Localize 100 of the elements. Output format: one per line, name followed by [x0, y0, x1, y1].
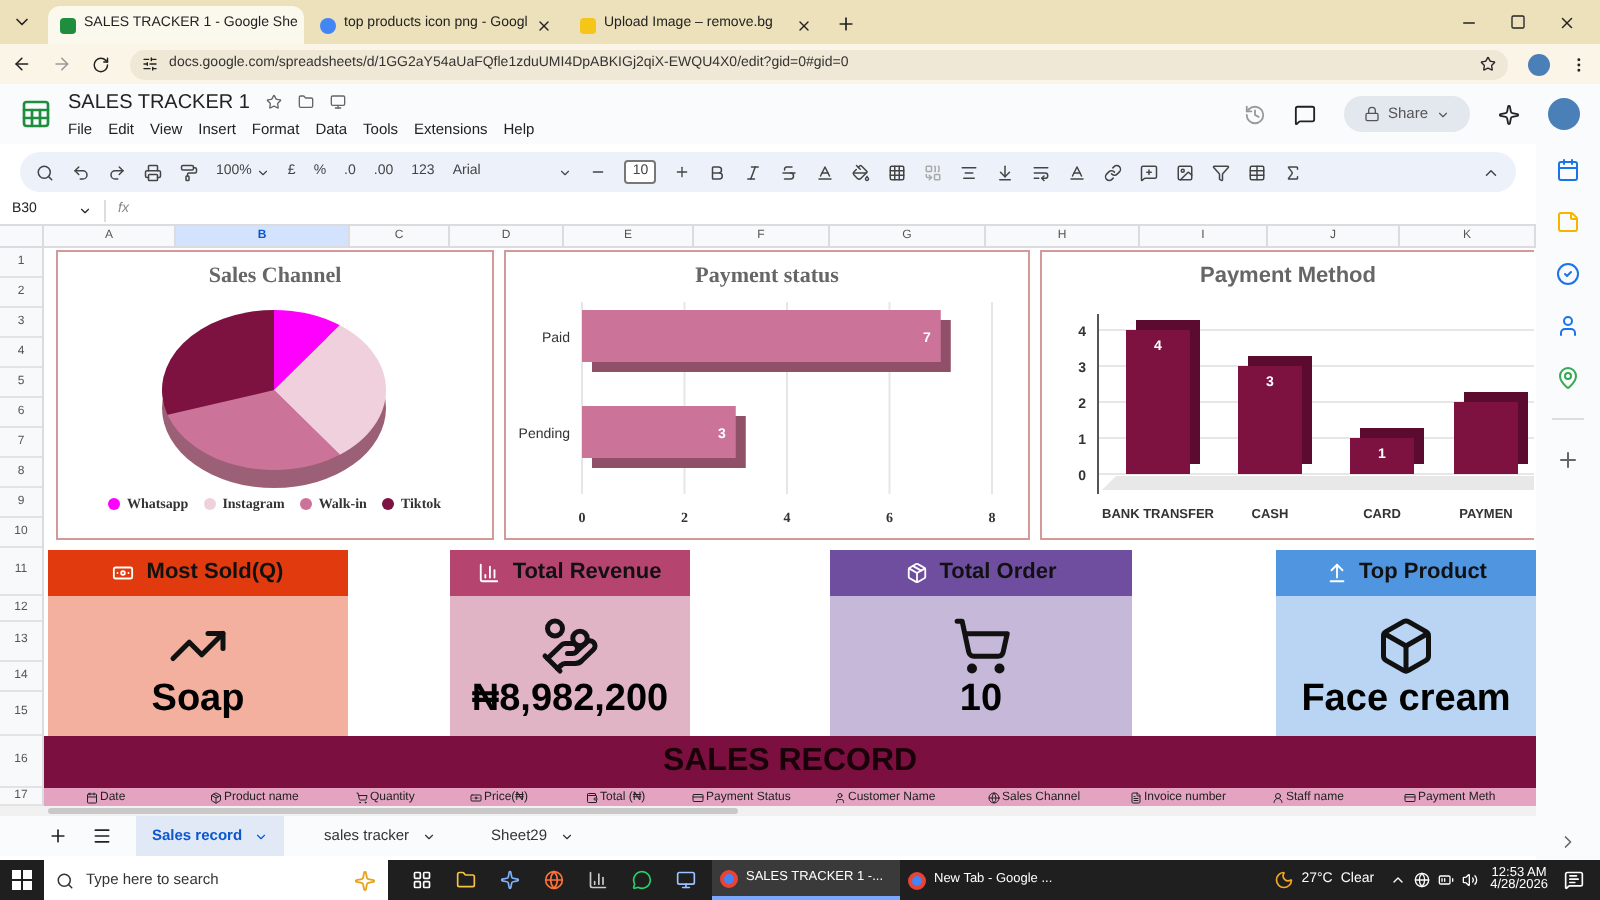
document-title[interactable]: SALES TRACKER 1 [68, 87, 250, 118]
person-icon [1272, 791, 1284, 803]
sparkle-icon[interactable] [1498, 103, 1520, 125]
scrollbar-thumb[interactable] [48, 808, 738, 814]
history-icon[interactable] [1243, 103, 1266, 125]
chart-app-icon[interactable] [588, 870, 608, 890]
filter-icon[interactable] [1212, 163, 1231, 181]
profile-avatar[interactable] [1548, 98, 1580, 130]
cart-icon [356, 791, 368, 803]
square-icon [580, 17, 596, 33]
card-title: Most Sold(Q) [146, 558, 284, 589]
bar-chart-icon [478, 562, 501, 584]
tasks-icon[interactable] [1556, 262, 1580, 286]
caret-icon [1436, 107, 1450, 121]
star-icon[interactable] [265, 94, 282, 111]
search-icon[interactable] [56, 871, 74, 889]
map-pin-icon[interactable] [1556, 366, 1580, 390]
caret-icon [559, 829, 573, 843]
reload-button[interactable] [91, 55, 110, 73]
chat-icon[interactable] [632, 870, 652, 890]
document-icon [1130, 791, 1142, 803]
rotate-text-icon[interactable] [1068, 163, 1087, 181]
bookmark-star-icon[interactable] [1480, 56, 1497, 72]
package-icon [210, 791, 222, 803]
caret-icon [255, 165, 270, 179]
lock-icon [1363, 106, 1380, 122]
close-button[interactable] [1558, 14, 1576, 32]
caret-icon [558, 165, 573, 179]
volume-icon[interactable] [1462, 872, 1479, 888]
card-icon [692, 791, 704, 803]
chart-title: Payment Method [1199, 262, 1376, 292]
person-icon[interactable] [1556, 314, 1580, 338]
card-value: Soap [151, 679, 245, 717]
bar [1350, 437, 1414, 473]
task-view-icon[interactable] [412, 870, 432, 890]
increase-size-icon[interactable] [674, 164, 691, 180]
link-icon[interactable] [1104, 163, 1123, 181]
assistant-icon[interactable] [500, 870, 520, 890]
bar [1126, 329, 1190, 473]
undo-icon[interactable] [72, 163, 90, 181]
borders-icon[interactable] [888, 163, 907, 181]
shopping-cart-icon [951, 615, 1011, 675]
spreadsheet-logo-icon [20, 98, 52, 130]
notification-icon[interactable] [1564, 870, 1584, 890]
card-title: Top Product [1359, 558, 1487, 589]
vertical-align-icon[interactable] [996, 163, 1015, 181]
globe-icon [988, 791, 1000, 803]
calendar-icon [86, 791, 98, 803]
close-icon[interactable] [796, 17, 812, 33]
align-icon[interactable] [960, 163, 979, 181]
print-icon[interactable] [144, 163, 162, 181]
person-icon [834, 791, 846, 803]
table-icon[interactable] [1248, 163, 1267, 181]
caret-icon [78, 204, 92, 218]
add-sheet-button[interactable] [48, 826, 68, 846]
new-tab-button[interactable] [836, 14, 856, 34]
folder-icon[interactable] [297, 94, 314, 111]
bar [1454, 401, 1518, 473]
monitor-icon[interactable] [676, 870, 696, 890]
bar [1238, 365, 1302, 473]
site-info-icon[interactable] [141, 56, 158, 72]
bold-icon[interactable] [708, 163, 727, 181]
close-icon[interactable] [536, 17, 552, 33]
monitor-icon[interactable] [329, 94, 346, 111]
caret-icon [254, 829, 269, 843]
paint-format-icon[interactable] [180, 163, 198, 181]
package-icon [905, 562, 928, 584]
moon-icon [1273, 870, 1294, 890]
back-button[interactable] [12, 54, 32, 74]
strikethrough-icon[interactable] [780, 163, 799, 181]
globe-icon[interactable] [1414, 872, 1431, 888]
add-icon[interactable] [1556, 448, 1580, 472]
fill-color-icon[interactable] [852, 163, 871, 181]
battery-icon[interactable] [1438, 872, 1455, 888]
profile-avatar[interactable] [1528, 53, 1551, 75]
windows-logo-icon [12, 870, 32, 890]
tray-expand-icon[interactable] [1390, 872, 1407, 888]
calendar-icon[interactable] [1556, 158, 1580, 182]
hand-coin-icon [540, 615, 600, 675]
text-color-icon[interactable] [816, 163, 835, 181]
all-sheets-button[interactable] [92, 826, 112, 846]
add-comment-icon[interactable] [1140, 163, 1159, 181]
italic-icon[interactable] [744, 163, 763, 181]
money-icon [112, 562, 135, 584]
comment-icon[interactable] [1293, 103, 1316, 125]
chart-title: Payment status [695, 262, 839, 292]
image-icon[interactable] [1176, 163, 1195, 181]
card-value: ₦8,982,200 [471, 679, 669, 717]
search-icon[interactable] [36, 163, 54, 181]
card-value: 10 [959, 679, 1003, 717]
card-title: Total Revenue [512, 558, 662, 589]
box-icon [1376, 615, 1436, 675]
browser-icon[interactable] [544, 870, 564, 890]
function-icon[interactable] [1284, 163, 1303, 181]
caret-icon [421, 829, 436, 843]
wrap-icon[interactable] [1032, 163, 1051, 181]
redo-icon[interactable] [108, 163, 126, 181]
upload-icon [1325, 562, 1348, 584]
card-value: Face cream [1301, 679, 1511, 717]
maximize-button[interactable] [1510, 14, 1526, 30]
